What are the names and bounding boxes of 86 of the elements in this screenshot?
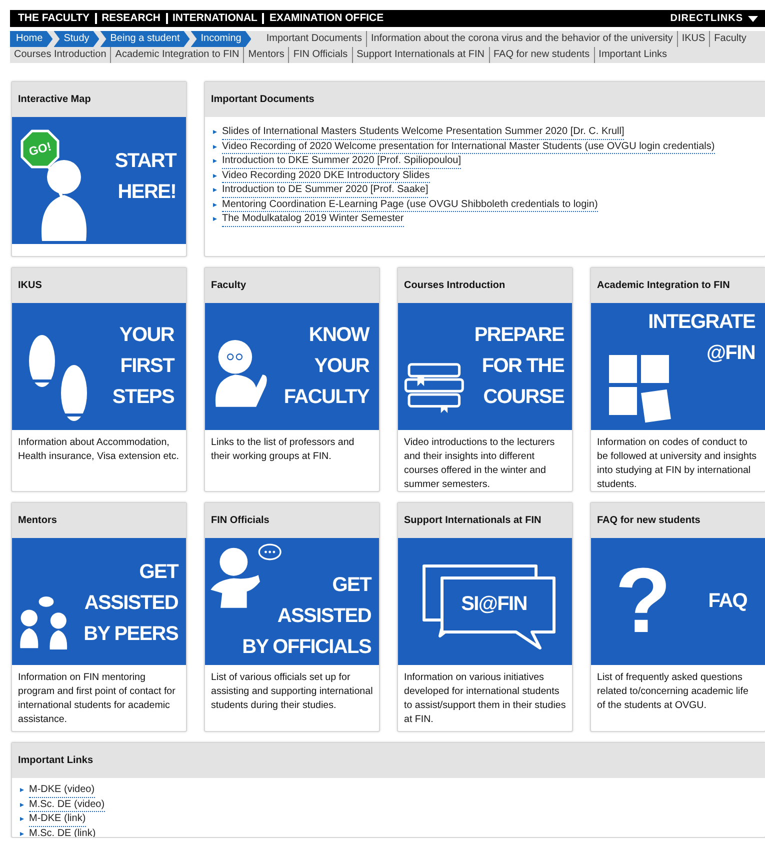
banner-text: SI@FIN — [461, 592, 527, 617]
card-title: FAQ for new students — [597, 515, 700, 526]
card-title: Support Internationals at FIN — [404, 515, 542, 526]
bullet-icon — [20, 788, 24, 792]
bullet-icon — [213, 217, 217, 222]
card-description: List of frequently asked questions related to/concerning academic life of the students at OVGU. — [596, 671, 750, 713]
books-icon — [404, 361, 466, 413]
caret-icon[interactable] — [748, 16, 758, 22]
top-menu-link[interactable]: RESEARCH — [94, 13, 166, 24]
card-description: Information about Accommodation, Health insurance, Visa extension etc. — [17, 436, 180, 464]
bullet-icon — [213, 174, 217, 178]
page-anchor-link[interactable]: Courses Introduction — [10, 47, 110, 63]
page-anchor-link[interactable]: Important Documents — [262, 31, 366, 47]
card-title: Courses Introduction — [404, 280, 506, 291]
banner-text: START — [114, 148, 176, 174]
banner-text: COURSE — [483, 385, 564, 410]
card-title: Mentors — [18, 515, 57, 526]
document-link[interactable]: Video Recording of 2020 Welcome presentation for International Master Students (use OVGU login credentials) — [222, 140, 715, 154]
banner-text: ASSISTED — [277, 604, 371, 629]
breadcrumb-item[interactable]: Home — [10, 31, 53, 47]
page-anchor-link[interactable]: Support Internationals at FIN — [352, 47, 488, 63]
document-link[interactable]: The Modulkatalog 2019 Winter Semester — [222, 212, 404, 226]
card-title: Academic Integration to FIN — [597, 280, 730, 291]
card-title: Interactive Map — [18, 94, 91, 105]
card-title: Faculty — [211, 280, 246, 291]
bullet-icon — [213, 159, 217, 164]
banner-text: FACULTY — [284, 385, 369, 410]
page-anchor-link[interactable]: FIN Officials — [288, 47, 352, 63]
banner-text: PREPARE — [474, 323, 564, 348]
card-description: Video introductions to the lecturers and their insights into different courses offered in the winter and summer semesters. — [403, 436, 556, 491]
page-anchor-link[interactable]: Information about the corona virus and the behavior of the university — [366, 31, 677, 47]
resource-link[interactable]: M.Sc. DE (video) — [29, 798, 105, 812]
page-anchor-link[interactable]: Academic Integration to FIN — [110, 47, 244, 63]
document-link[interactable]: Mentoring Coordination E-Learning Page (use OVGU Shibboleth credentials to login) — [222, 198, 598, 212]
banner-text: BY PEERS — [84, 622, 178, 647]
page-anchor-link[interactable]: Mentors — [243, 47, 288, 63]
document-link[interactable]: Slides of International Masters Students Welcome Presentation Summer 2020 [Dr. C. Krull] — [222, 125, 624, 140]
directlinks-menu[interactable]: DIRECTLINKS — [670, 13, 743, 24]
banner-text: GET — [139, 560, 178, 585]
banner-text: YOUR — [119, 323, 174, 348]
banner-text: FOR THE — [482, 354, 564, 379]
page-anchor-link[interactable]: Important Links — [594, 47, 672, 63]
card-title: IKUS — [18, 280, 42, 291]
puzzle-icon — [607, 353, 673, 423]
card-description: Links to the list of professors and their working groups at FIN. — [210, 436, 356, 464]
banner-text: INTEGRATE — [648, 310, 755, 335]
banner-text: FIRST — [120, 354, 174, 379]
top-menu-link[interactable]: THE FACULTY — [18, 13, 95, 24]
document-link[interactable]: Introduction to DKE Summer 2020 [Prof. Spiliopoulou] — [222, 154, 462, 168]
bullet-icon — [20, 817, 24, 822]
bullet-icon — [213, 202, 217, 207]
bullet-icon — [213, 188, 217, 192]
banner-text: KNOW — [308, 323, 369, 348]
banner-text: @FIN — [706, 341, 755, 366]
card-description: List of various officials set up for assisting and supporting international students during their studies. — [210, 671, 374, 713]
breadcrumb-item[interactable]: Incoming — [190, 31, 252, 47]
card-title: FIN Officials — [211, 515, 270, 526]
card-title: Important Documents — [211, 94, 314, 105]
card-description: Information on codes of conduct to be followed at university and insights into studying at FIN by international students. — [596, 436, 758, 491]
top-menu-link[interactable]: EXAMINATION OFFICE — [262, 13, 389, 24]
breadcrumb-item[interactable]: Study — [54, 31, 100, 47]
banner-text: YOUR — [314, 354, 369, 379]
bullet-icon — [20, 832, 24, 836]
banner-text: ASSISTED — [84, 591, 178, 616]
document-link[interactable]: Introduction to DE Summer 2020 [Prof. Saake] — [222, 183, 428, 198]
resource-link[interactable]: M-DKE (link) — [29, 812, 86, 826]
page-anchor-link[interactable]: IKUS — [676, 31, 710, 47]
banner-text: STEPS — [112, 385, 174, 410]
question-mark: ? — [615, 549, 672, 654]
card-description: Information on various initiatives developed for international students to assist/support them in their studies at FIN. — [403, 671, 567, 727]
top-menu-link[interactable]: INTERNATIONAL — [166, 13, 262, 24]
card-description: Information on FIN mentoring program and first point of contact for international students for academic assistance. — [17, 671, 176, 727]
banner-text: HERE! — [118, 180, 176, 204]
banner-text: FAQ — [708, 589, 747, 614]
figure-with-speech-bubble-icon — [209, 542, 283, 608]
banner-text: BY OFFICIALS — [242, 635, 371, 660]
bullet-icon — [213, 144, 217, 149]
banner-text: GET — [332, 573, 371, 598]
bullet-icon — [213, 130, 217, 134]
page-anchor-link[interactable]: FAQ for new students — [488, 47, 594, 63]
card-title: Important Links — [18, 755, 94, 766]
resource-link[interactable]: M-DKE (video) — [29, 783, 95, 798]
breadcrumb-item[interactable]: Being a student — [100, 31, 190, 47]
bullet-icon — [20, 802, 24, 807]
page-anchor-link[interactable]: Faculty — [709, 31, 750, 47]
document-link[interactable]: Video Recording 2020 DKE Introductory Slides — [222, 168, 430, 183]
